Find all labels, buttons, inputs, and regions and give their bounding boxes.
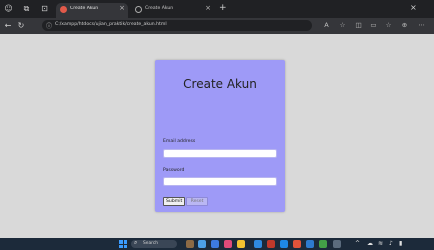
browser-tab-strip: ☺ ⧉ ⊡ Create Akun × Create Akun × + × <box>0 0 434 18</box>
address-bar[interactable]: ⓘ C:/xampp/htdocs/ujian_praktik/create_a… <box>42 20 312 31</box>
back-icon[interactable]: ← <box>4 21 12 30</box>
create-account-card: Create Akun Email address Password Submi… <box>155 60 285 212</box>
address-url: C:/xampp/htdocs/ujian_praktik/create_aku… <box>55 22 167 27</box>
photos-app-icon[interactable] <box>224 240 232 248</box>
taskbar: ⌕ Search ^ ☁ ≋ ♪ ▮ <box>0 238 434 250</box>
vscode-icon[interactable] <box>280 240 288 248</box>
task-view-icon[interactable] <box>211 240 219 248</box>
profile-icon[interactable]: ☺ <box>4 4 13 13</box>
close-tab-icon[interactable]: × <box>119 4 125 12</box>
close-tab-icon[interactable]: × <box>205 4 211 12</box>
password-field[interactable] <box>163 177 277 186</box>
app-green-icon[interactable] <box>319 240 327 248</box>
new-tab-icon[interactable]: + <box>219 3 227 13</box>
email-label: Email address <box>163 139 196 144</box>
tray-chevron-icon[interactable]: ^ <box>355 240 360 247</box>
tab-favicon-icon <box>135 6 142 13</box>
tab-title: Create Akun <box>145 6 174 11</box>
page-viewport: Create Akun Email address Password Submi… <box>0 34 434 238</box>
wifi-icon[interactable]: ≋ <box>378 240 383 247</box>
widgets-icon[interactable] <box>186 240 194 248</box>
favorites-icon[interactable]: ☆ <box>384 21 393 29</box>
tab-favicon-icon <box>60 6 67 13</box>
reload-icon[interactable]: ↻ <box>17 21 25 30</box>
search-icon: ⌕ <box>134 239 138 246</box>
taskbar-search[interactable]: ⌕ Search <box>131 239 177 248</box>
cloud-icon[interactable]: ☁ <box>367 240 373 247</box>
browser-toolbar: ← ↻ ⓘ C:/xampp/htdocs/ujian_praktik/crea… <box>0 18 434 34</box>
collections-add-icon[interactable]: ⊕ <box>400 21 409 29</box>
edge-browser-icon[interactable] <box>254 240 262 248</box>
app-orange-icon[interactable] <box>293 240 301 248</box>
chat-app-icon[interactable] <box>198 240 206 248</box>
tab-actions-icon[interactable]: ⊡ <box>40 4 49 13</box>
app-blue-icon[interactable] <box>306 240 314 248</box>
favorite-star-icon[interactable]: ☆ <box>338 21 347 29</box>
battery-icon[interactable]: ▮ <box>399 240 402 247</box>
site-info-icon[interactable]: ⓘ <box>46 21 52 30</box>
start-menu-icon[interactable] <box>119 240 127 248</box>
file-explorer-icon[interactable] <box>237 240 245 248</box>
submit-button[interactable]: Submit <box>163 197 185 206</box>
tab-create-akun[interactable]: Create Akun × <box>56 3 128 18</box>
volume-icon[interactable]: ♪ <box>389 240 393 247</box>
split-screen-icon[interactable]: ◫ <box>354 21 363 29</box>
workspaces-icon[interactable]: ⧉ <box>22 4 31 13</box>
app-red-icon[interactable] <box>267 240 275 248</box>
window-close-icon[interactable]: × <box>410 3 417 12</box>
settings-more-icon[interactable]: ⋯ <box>417 21 426 29</box>
reset-button[interactable]: Reset <box>186 197 208 206</box>
password-label: Password <box>163 168 185 173</box>
search-placeholder: Search <box>143 241 159 246</box>
read-aloud-icon[interactable]: A <box>322 21 331 29</box>
email-field[interactable] <box>163 149 277 158</box>
collections-icon[interactable]: ▭ <box>369 21 378 29</box>
app-gray-icon[interactable] <box>333 240 341 248</box>
page-title: Create Akun <box>183 77 257 91</box>
tab-title: Create Akun <box>70 6 99 11</box>
tab-create-akun-2[interactable]: Create Akun × <box>131 3 215 18</box>
